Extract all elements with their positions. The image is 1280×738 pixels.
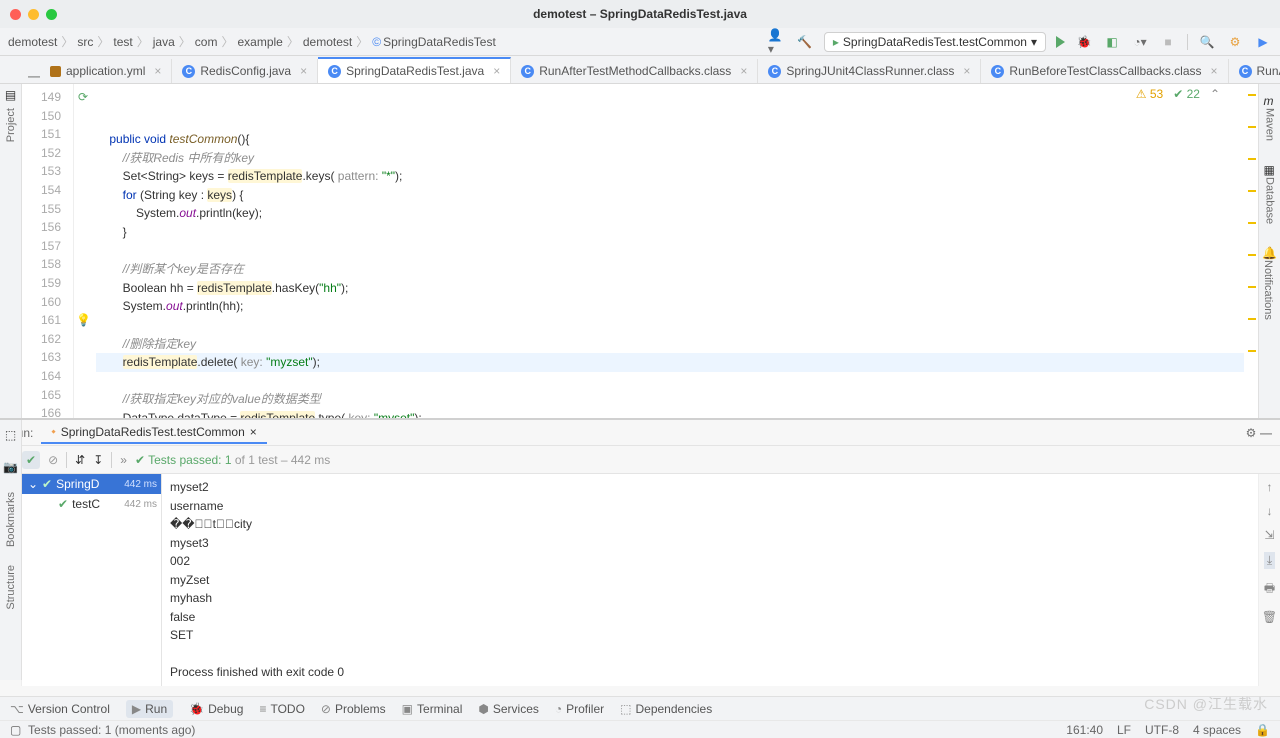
editor-tab[interactable]: CRunBeforeTestClassCallbacks.class× [981,59,1228,83]
down-icon[interactable]: ↓ [1267,504,1273,518]
search-icon[interactable]: 🔍 [1198,33,1216,51]
camera-icon[interactable]: 📷 [3,460,18,474]
status-lf[interactable]: LF [1117,723,1131,737]
right-tool-strip: mMaven▦Database🔔Notifications [1258,84,1280,418]
pass-filter-icon[interactable]: ✔ [22,451,40,469]
run-config-label: SpringDataRedisTest.testCommon [843,35,1027,49]
project-tool-icon[interactable]: ▤ [5,88,16,102]
nav-bar: demotest〉src〉test〉java〉com〉example〉demot… [0,28,1280,56]
editor-tab[interactable]: CSpringJUnit4ClassRunner.class× [758,59,981,83]
window-title: demotest – SpringDataRedisTest.java [0,7,1280,21]
status-message: Tests passed: 1 (moments ago) [28,723,195,737]
test-node[interactable]: ⌄✔SpringD442 ms [22,474,161,494]
editor-tab[interactable]: application.yml× [40,59,172,83]
right-tool-database[interactable]: Database [1264,177,1276,224]
left-tool-bookmarks[interactable]: Bookmarks [5,492,17,547]
bottom-terminal[interactable]: ▣Terminal [402,702,463,716]
editor-tab[interactable]: CRunAfterTestMethodCallbacks.class× [511,59,758,83]
status-utf-8[interactable]: UTF-8 [1145,723,1179,737]
titlebar: demotest – SpringDataRedisTest.java [0,0,1280,28]
bottom-problems[interactable]: ⊘Problems [321,702,386,716]
editor-tabs: — application.yml×CRedisConfig.java×CSpr… [0,56,1280,84]
inspection-widget[interactable]: ⚠ 53 ✔ 22 ⌃ [1136,87,1220,101]
editor-tab[interactable]: CSpringDataRedisTest.java× [318,57,511,84]
line-gutter: 1491501511521531541551561571581591601611… [22,84,74,418]
sort-down-icon[interactable]: ⇵ [75,453,85,467]
editor-tab[interactable]: CRunAfterTestClassCallbacks.class× [1229,59,1280,83]
collapse-tabs[interactable]: — [28,69,40,83]
debug-button[interactable]: 🐞 [1075,33,1093,51]
coverage-button[interactable]: ◧ [1103,33,1121,51]
bottom-run[interactable]: ▶Run [126,700,173,718]
close-tab-icon[interactable]: × [1211,64,1218,78]
bottom-debug[interactable]: 🐞Debug [189,702,243,716]
test-node[interactable]: ✔testC442 ms [22,494,161,514]
chevron-down-icon: ▾ [1031,35,1037,49]
run-toolbar: ✔ ⊘ ⇵ ↧ » ✔ Tests passed: 1 of 1 test – … [0,446,1280,474]
status-4 spaces[interactable]: 4 spaces [1193,723,1241,737]
scroll-end-icon[interactable]: ⤓ [1264,552,1275,569]
right-tool-notifications[interactable]: Notifications [1262,260,1274,320]
stop-button[interactable]: ■ [1159,33,1177,51]
left-tool-structure[interactable]: Structure [5,565,17,610]
console-output[interactable]: myset2username�� t citymyset3002myZset… [162,474,1258,686]
close-tab-icon[interactable]: × [300,64,307,78]
test-tree[interactable]: ⌄✔SpringD442 ms✔testC442 ms [22,474,162,686]
clear-icon[interactable]: 🗑 [1262,610,1277,624]
bottom-todo[interactable]: ≡TODO [259,702,304,716]
bottom-tool-bar: ⌥Version Control ▶Run 🐞Debug ≡TODO ⊘Problems… [0,696,1280,720]
status-161:40[interactable]: 161:40 [1066,723,1103,737]
breadcrumb[interactable]: demotest〉src〉test〉java〉com〉example〉demot… [8,33,496,50]
status-icon[interactable]: ▢ [10,723,21,737]
bottom-dependencies[interactable]: ⬚Dependencies [620,702,712,716]
expand-icon[interactable]: » [120,453,127,467]
run-gutter-icon[interactable]: ⟳ [78,90,88,104]
editor-tab[interactable]: CRedisConfig.java× [172,59,318,83]
right-tool-maven[interactable]: Maven [1264,108,1276,141]
intention-bulb-icon[interactable]: 💡 [76,313,91,327]
lock-icon[interactable]: 🔒 [1255,723,1270,737]
icon-gutter: ⟳ 💡 [74,84,96,418]
status-bar: ▢ Tests passed: 1 (moments ago) 161:40 LF… [0,720,1280,738]
test-status: ✔ Tests passed: 1 of 1 test – 442 ms [135,453,330,467]
users-icon[interactable]: 👤▾ [768,33,786,51]
bottom-services[interactable]: ⬢Services [478,702,539,716]
play-icon: ▸ [833,35,839,49]
left-lower-strip: ⬚ 📷 Bookmarks Structure [0,420,22,680]
console-toolbar: ↑ ↓ ⇲ ⤓ 🖶 🗑 [1258,474,1280,686]
build-icon[interactable]: 🔨 [796,33,814,51]
bottom-profiler[interactable]: ◔Profiler [555,702,604,716]
commit-icon[interactable]: ⬚ [5,428,16,442]
run-tool-window: Run: ⬩ SpringDataRedisTest.testCommon × … [0,418,1280,686]
ide-updates-icon[interactable]: ▶ [1254,33,1272,51]
sort-alpha-icon[interactable]: ↧ [93,453,103,467]
run-tab[interactable]: ⬩ SpringDataRedisTest.testCommon × [41,421,266,444]
close-tab-icon[interactable]: × [963,64,970,78]
left-tool-strip: ▤ Project [0,84,22,418]
close-tab-icon[interactable]: × [154,64,161,78]
run-settings-icon[interactable]: ⚙ [1242,424,1260,442]
project-tool-label[interactable]: Project [5,108,17,142]
fail-filter-icon[interactable]: ⊘ [48,453,58,467]
hide-run-icon[interactable]: — [1260,426,1272,440]
close-icon[interactable]: × [250,425,257,439]
close-tab-icon[interactable]: × [740,64,747,78]
settings-icon[interactable]: ⚙ [1226,33,1244,51]
chevron-icon[interactable]: ⌃ [1210,87,1220,101]
run-config-selector[interactable]: ▸ SpringDataRedisTest.testCommon ▾ [824,32,1046,52]
up-icon[interactable]: ↑ [1267,480,1273,494]
bottom-version-control[interactable]: ⌥Version Control [10,702,110,716]
error-stripe[interactable] [1244,84,1258,418]
soft-wrap-icon[interactable]: ⇲ [1264,528,1274,542]
test-icon: ⬩ [51,424,55,439]
close-tab-icon[interactable]: × [493,64,500,78]
watermark: CSDN @江生载水 [1144,694,1268,714]
editor[interactable]: 1491501511521531541551561571581591601611… [22,84,1258,418]
run-button[interactable] [1056,36,1065,48]
profile-button[interactable]: ◔▾ [1131,33,1149,51]
print-icon[interactable]: 🖶 [1264,579,1275,600]
code-area[interactable]: ⚠ 53 ✔ 22 ⌃ public void testCommon(){ //… [96,84,1244,418]
